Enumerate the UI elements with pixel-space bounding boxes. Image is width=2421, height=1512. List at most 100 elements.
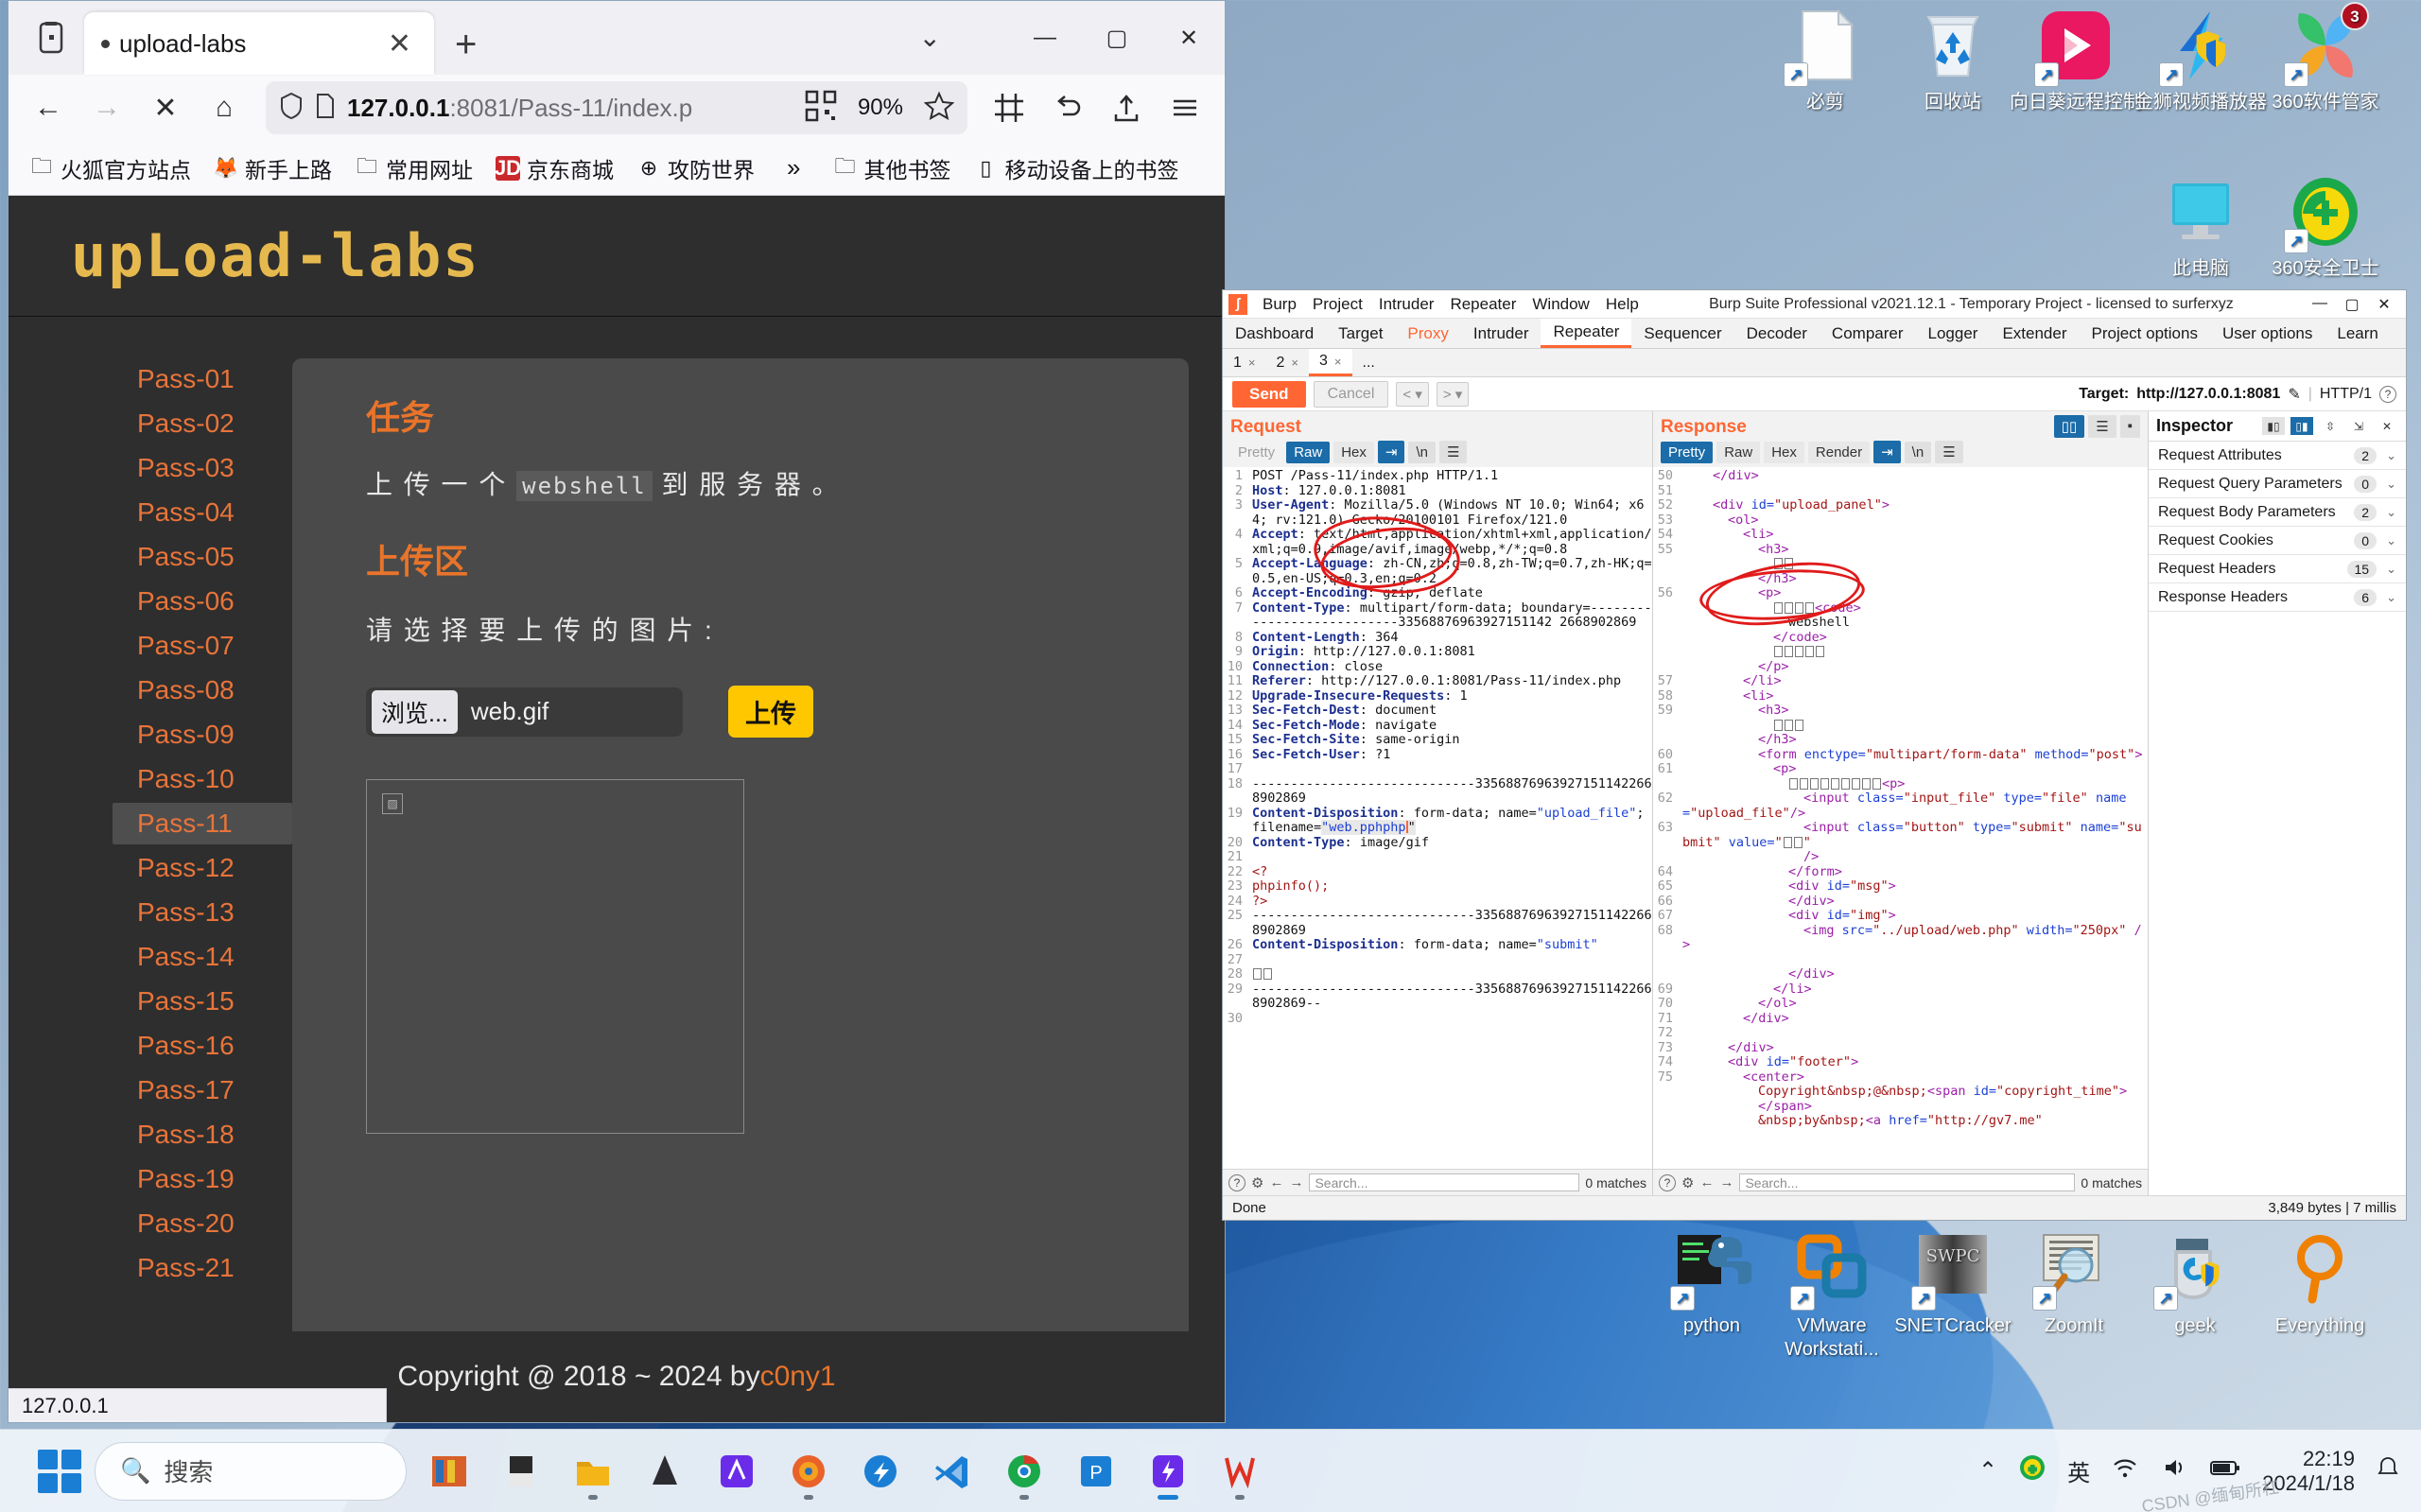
- single-pane-icon[interactable]: ▪: [2119, 414, 2140, 438]
- line-content[interactable]: phpinfo();: [1247, 878, 1652, 895]
- footer-author-link[interactable]: c0ny1: [760, 1361, 836, 1393]
- line-content[interactable]: </form>: [1678, 864, 2148, 880]
- taskbar-app-dark[interactable]: [492, 1442, 550, 1501]
- response-help-icon[interactable]: ?: [1659, 1173, 1676, 1191]
- sidebar-item-pass-12[interactable]: Pass-12: [113, 847, 292, 889]
- bookmark-item[interactable]: 🗀 常用网址: [347, 148, 480, 188]
- line-content[interactable]: <img src="../upload/web.php" width="250p…: [1678, 923, 2148, 982]
- hamburger-menu-icon[interactable]: [1158, 81, 1211, 134]
- bookmark-item[interactable]: ⊕ 攻防世界: [629, 148, 762, 188]
- line-content[interactable]: Sec-Fetch-Dest: document: [1247, 703, 1652, 719]
- line-content[interactable]: </ol>: [1678, 996, 2148, 1012]
- line-content[interactable]: </li>: [1678, 673, 2148, 689]
- line-content[interactable]: ?>: [1247, 894, 1652, 910]
- taskbar-app-dark-diamond[interactable]: [636, 1442, 694, 1501]
- sidebar-item-pass-14[interactable]: Pass-14: [113, 936, 292, 978]
- inspector-row-query-parameters[interactable]: Request Query Parameters 0 ⌄: [2149, 470, 2406, 498]
- line-content[interactable]: Upgrade-Insecure-Requests: 1: [1247, 688, 1652, 704]
- line-content[interactable]: Sec-Fetch-Site: same-origin: [1247, 732, 1652, 748]
- line-content[interactable]: Content-Type: image/gif: [1247, 835, 1652, 851]
- sidebar-item-pass-06[interactable]: Pass-06: [113, 581, 292, 622]
- close-window-button[interactable]: ✕: [1153, 25, 1225, 52]
- line-content[interactable]: [1678, 1026, 2148, 1041]
- line-content[interactable]: <input class="button" type="submit" name…: [1678, 820, 2148, 865]
- response-view-pretty[interactable]: Pretty: [1661, 441, 1714, 463]
- tab-intruder[interactable]: Intruder: [1461, 319, 1541, 348]
- burp-close-button[interactable]: ✕: [2368, 295, 2400, 314]
- new-tab-button[interactable]: +: [455, 26, 477, 75]
- tab-sequencer[interactable]: Sequencer: [1631, 319, 1733, 348]
- tab-dashboard[interactable]: Dashboard: [1223, 319, 1326, 348]
- newline-icon[interactable]: \n: [1408, 441, 1436, 463]
- line-content[interactable]: Content-Disposition: form-data; name="up…: [1247, 806, 1652, 836]
- line-content[interactable]: <center> Copyright&nbsp;@&nbsp;<span id=…: [1678, 1069, 2148, 1129]
- sidebar-item-pass-10[interactable]: Pass-10: [113, 758, 292, 800]
- page-info-icon[interactable]: [315, 93, 336, 124]
- response-search-input[interactable]: Search...: [1739, 1173, 2076, 1191]
- line-content[interactable]: <h3> </h3>: [1678, 542, 2148, 587]
- tab-target[interactable]: Target: [1326, 319, 1395, 348]
- request-help-icon[interactable]: ?: [1228, 1173, 1245, 1191]
- screenshot-icon[interactable]: [983, 81, 1036, 134]
- sidebar-item-pass-11[interactable]: Pass-11: [113, 803, 292, 844]
- line-content[interactable]: <div id="img">: [1678, 908, 2148, 924]
- tab-learn[interactable]: Learn: [2325, 319, 2390, 348]
- request-editor[interactable]: 1 POST /Pass-11/index.php HTTP/1.1 2 Host: …: [1223, 467, 1652, 1169]
- request-view-hex[interactable]: Hex: [1333, 441, 1374, 463]
- tab-user-options[interactable]: User options: [2210, 319, 2325, 348]
- chevron-down-icon[interactable]: ⌄: [2386, 448, 2396, 463]
- request-view-pretty[interactable]: Pretty: [1230, 442, 1282, 463]
- desktop-icon-this-pc[interactable]: 此电脑: [2130, 172, 2272, 281]
- menu-window[interactable]: Window: [1532, 295, 1589, 314]
- next-request-button[interactable]: > ▾: [1436, 381, 1470, 407]
- sidebar-item-pass-13[interactable]: Pass-13: [113, 892, 292, 933]
- taskbar-app-purple[interactable]: [707, 1442, 766, 1501]
- upload-submit-button[interactable]: 上传: [728, 686, 813, 738]
- line-content[interactable]: -----------------------------33568876963…: [1247, 982, 1652, 1012]
- bookmark-item[interactable]: ▯ 移动设备上的书签: [966, 148, 1186, 188]
- tab-repeater[interactable]: Repeater: [1541, 319, 1632, 348]
- desktop-icon-recycle-bin[interactable]: 回收站: [1882, 6, 2024, 114]
- inspector-row-request-headers[interactable]: Request Headers 15 ⌄: [2149, 555, 2406, 583]
- undo-icon[interactable]: [1041, 81, 1094, 134]
- taskbar-app-wps-writer[interactable]: [1210, 1442, 1269, 1501]
- line-content[interactable]: Content-Length: 364: [1247, 630, 1652, 646]
- line-content[interactable]: <p> <p>: [1678, 761, 2148, 791]
- desktop-icon-bijian[interactable]: ↗ 必剪: [1754, 6, 1896, 114]
- line-content[interactable]: <h3> </h3>: [1678, 703, 2148, 748]
- line-content[interactable]: Connection: close: [1247, 659, 1652, 675]
- burp-suite-window[interactable]: ʃ Burp Project Intruder Repeater Window …: [1222, 289, 2407, 1221]
- sidebar-item-pass-20[interactable]: Pass-20: [113, 1203, 292, 1244]
- line-content[interactable]: </div>: [1678, 468, 2148, 484]
- line-content[interactable]: <ol>: [1678, 513, 2148, 529]
- menu-intruder[interactable]: Intruder: [1379, 295, 1435, 314]
- tab-comparer[interactable]: Comparer: [1820, 319, 1916, 348]
- taskbar-app-blue-arrow[interactable]: [851, 1442, 910, 1501]
- line-content[interactable]: <div id="upload_panel">: [1678, 497, 2148, 513]
- 360-tray-icon[interactable]: [2018, 1453, 2047, 1488]
- address-bar[interactable]: 127.0.0.1:8081/Pass-11/index.p 90%: [266, 81, 967, 134]
- http-version-label[interactable]: HTTP/1: [2320, 386, 2372, 403]
- line-content[interactable]: [1247, 953, 1652, 968]
- wifi-icon[interactable]: [2111, 1455, 2139, 1486]
- bookmark-item[interactable]: 🦊 新手上路: [206, 148, 340, 188]
- tab-decoder[interactable]: Decoder: [1734, 319, 1820, 348]
- close-icon[interactable]: ×: [1248, 356, 1256, 370]
- taskbar-app-powerpoint[interactable]: P: [1067, 1442, 1125, 1501]
- taskbar-app-file-explorer[interactable]: [564, 1442, 622, 1501]
- close-icon[interactable]: ×: [1334, 355, 1342, 369]
- stop-button[interactable]: ✕: [139, 81, 192, 134]
- maximize-button[interactable]: ▢: [1081, 25, 1153, 52]
- sidebar-item-pass-19[interactable]: Pass-19: [113, 1158, 292, 1200]
- bookmark-item[interactable]: JD 京东商城: [488, 148, 621, 188]
- sidebar-item-pass-17[interactable]: Pass-17: [113, 1069, 292, 1111]
- desktop-icon-sunflower[interactable]: ↗ 向日葵远程控制: [2005, 6, 2147, 114]
- send-button[interactable]: Send: [1232, 380, 1306, 408]
- chevron-down-icon[interactable]: ⌄: [2386, 533, 2396, 548]
- line-content[interactable]: User-Agent: Mozilla/5.0 (Windows NT 10.0…: [1247, 497, 1652, 528]
- line-content[interactable]: POST /Pass-11/index.php HTTP/1.1: [1247, 468, 1652, 484]
- line-content[interactable]: </div>: [1678, 894, 2148, 910]
- split-vertical-icon[interactable]: ▯▯: [2053, 414, 2085, 438]
- file-input[interactable]: 浏览... web.gif: [366, 686, 683, 737]
- line-content[interactable]: <div id="footer">: [1678, 1054, 2148, 1070]
